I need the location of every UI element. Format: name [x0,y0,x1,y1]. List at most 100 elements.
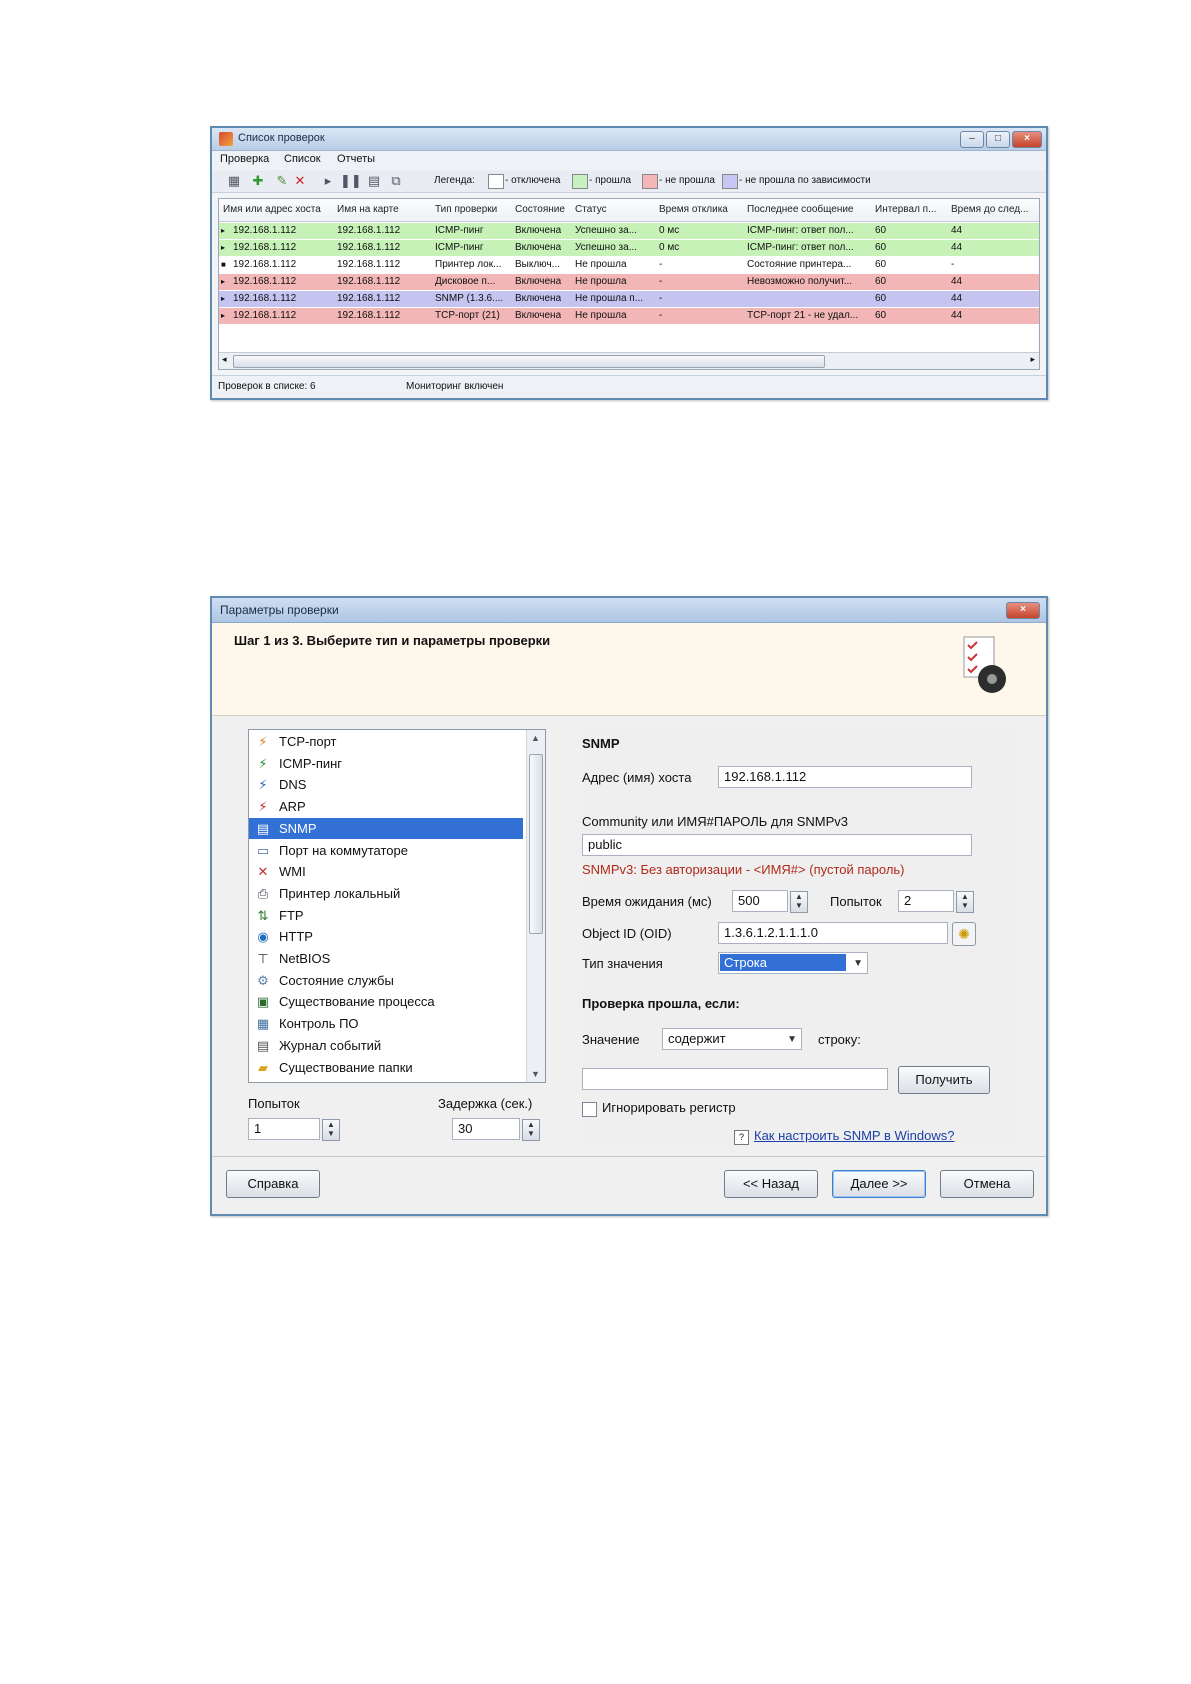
process-icon: ▣ [256,994,270,1010]
help-button[interactable]: Справка [226,1170,320,1198]
list-item-label: ICMP-пинг [279,755,343,771]
retries-input[interactable]: 2 [898,890,954,912]
table-row[interactable]: ▸ 192.168.1.112 192.168.1.112 ICMP-пинг Вклю… [219,223,1039,239]
printer-status-icon: ■ [221,260,226,269]
vertical-scrollbar[interactable]: ▲ ▼ [526,730,545,1082]
table-cell: 44 [951,225,963,236]
table-cell: TCP-порт 21 - не удал... [747,310,859,321]
oid-input[interactable]: 1.3.6.1.2.1.1.1.0 [718,922,948,944]
menu-reports[interactable]: Отчеты [337,153,375,165]
table-row[interactable]: ▸ 192.168.1.112 192.168.1.112 Дисковое п...… [219,274,1039,290]
scroll-right-icon[interactable]: ▸ [1030,354,1035,365]
maximize-icon[interactable]: □ [986,131,1010,148]
menu-list[interactable]: Список [284,153,321,165]
lightbulb-icon[interactable]: ✺ [952,922,976,946]
table-row[interactable]: ▸ 192.168.1.112 192.168.1.112 ICMP-пинг Вклю… [219,240,1039,256]
column-header[interactable]: Имя на карте [337,204,399,215]
play-icon[interactable]: ▸ [320,173,336,189]
list-item[interactable]: ⊤ NetBIOS [249,948,523,969]
table-cell: 192.168.1.112 [233,259,297,270]
get-button[interactable]: Получить [898,1066,990,1094]
table-cell: 192.168.1.112 [233,242,297,253]
host-label: Адрес (имя) хоста [582,770,692,785]
pause-icon[interactable]: ❚❚ [340,173,362,189]
add-icon[interactable]: ✚ [250,173,266,189]
condition-select[interactable]: содержит ▼ [662,1028,802,1050]
value-label: Значение [582,1032,640,1047]
list-item[interactable]: ⚙ Состояние службы [249,970,523,991]
column-header[interactable]: Время до след... [951,204,1028,215]
column-header[interactable]: Имя или адрес хоста [223,204,321,215]
table-row[interactable]: ■ 192.168.1.112 192.168.1.112 Принтер лок..… [219,257,1039,273]
column-header[interactable]: Последнее сообщение [747,204,854,215]
snmpv3-hint: SNMPv3: Без авторизации - <ИМЯ#> (пустой… [582,862,905,877]
horizontal-scrollbar[interactable]: ◂ ▸ [219,352,1039,369]
attempts-input[interactable]: 1 [248,1118,320,1140]
cancel-button[interactable]: Отмена [940,1170,1034,1198]
table-cell: Включена [515,293,562,304]
timeout-input[interactable]: 500 [732,890,788,912]
back-button[interactable]: << Назад [724,1170,818,1198]
delay-spinner[interactable]: ▲ ▼ [522,1119,540,1141]
community-input[interactable]: public [582,834,972,856]
report-icon[interactable]: ▤ [366,173,382,189]
snmp-help-link[interactable]: Как настроить SNMP в Windows? [754,1128,954,1143]
list-item[interactable]: ▤ SNMP [249,817,523,839]
list-item[interactable]: ✕ WMI [249,861,523,882]
match-string-input[interactable] [582,1068,888,1090]
list-item[interactable]: ⇅ FTP [249,905,523,926]
list-item[interactable]: ⚡ ICMP-пинг [249,753,523,774]
table-row[interactable]: ▸ 192.168.1.112 192.168.1.112 TCP-порт (21)… [219,308,1039,324]
attempts-spinner[interactable]: ▲ ▼ [322,1119,340,1141]
table-cell: 44 [951,293,963,304]
next-button[interactable]: Далее >> [832,1170,926,1198]
check-params-dialog: Параметры проверки × Шаг 1 из 3. Выберит… [210,596,1048,1216]
column-header[interactable]: Интервал п... [875,204,936,215]
condition-selected: содержит [668,1031,726,1046]
column-header[interactable]: Тип проверки [435,204,497,215]
column-header[interactable]: Время отклика [659,204,728,215]
check-type-list[interactable]: ⚡ TCP-порт ⚡ ICMP-пинг ⚡ DNS ⚡ ARP ▤ SNMP ▭ Порт на… [248,729,546,1083]
table-cell: Дисковое п... [435,276,496,287]
timeout-spinner[interactable]: ▲ ▼ [790,891,808,913]
scroll-up-icon[interactable]: ▲ [531,733,540,743]
close-icon[interactable]: × [1006,602,1040,619]
footer-divider [212,1156,1046,1157]
legend-swatch-failed [642,174,658,189]
host-input[interactable]: 192.168.1.112 [718,766,972,788]
scrollbar-thumb[interactable] [233,355,825,368]
minimize-icon[interactable]: – [960,131,984,148]
list-item[interactable]: ▦ Контроль ПО [249,1013,523,1034]
column-header[interactable]: Состояние [515,204,565,215]
list-item[interactable]: ◉ HTTP [249,926,523,947]
delay-label: Задержка (сек.) [438,1096,533,1111]
delay-input[interactable]: 30 [452,1118,520,1140]
list-item[interactable]: ⚡ ARP [249,796,523,817]
copy-icon[interactable]: ⧉ [388,173,404,189]
column-header[interactable]: Статус [575,204,607,215]
properties-icon[interactable]: ▦ [226,173,242,189]
scrollbar-thumb[interactable] [529,754,543,934]
table-row[interactable]: ▸ 192.168.1.112 192.168.1.112 SNMP (1.3.6..… [219,291,1039,307]
retries-spinner[interactable]: ▲ ▼ [956,891,974,913]
table-cell: 44 [951,276,963,287]
tcp-port-icon: ⚡ [258,734,268,749]
list-item[interactable]: ▰ Существование папки [249,1057,523,1078]
value-type-select[interactable]: Строка ▼ [718,952,868,974]
menu-check[interactable]: Проверка [220,153,269,165]
list-item[interactable]: ⚡ TCP-порт [249,731,523,752]
table-cell: - [659,276,663,287]
list-item[interactable]: ⎙ Принтер локальный [249,883,523,904]
delete-icon[interactable]: ✕ [292,173,308,189]
ignore-case-checkbox[interactable] [582,1102,597,1117]
list-item[interactable]: ⚡ DNS [249,774,523,795]
list-item[interactable]: ▣ Существование процесса [249,991,523,1012]
legend-disabled: - отключена [505,175,561,186]
list-item[interactable]: ▭ Порт на коммутаторе [249,840,523,861]
scroll-left-icon[interactable]: ◂ [222,354,227,365]
list-item[interactable]: ▤ Журнал событий [249,1035,523,1056]
close-icon[interactable]: × [1012,131,1042,148]
scroll-down-icon[interactable]: ▼ [531,1069,540,1079]
table-cell: - [659,293,663,304]
edit-icon[interactable]: ✎ [274,173,290,189]
